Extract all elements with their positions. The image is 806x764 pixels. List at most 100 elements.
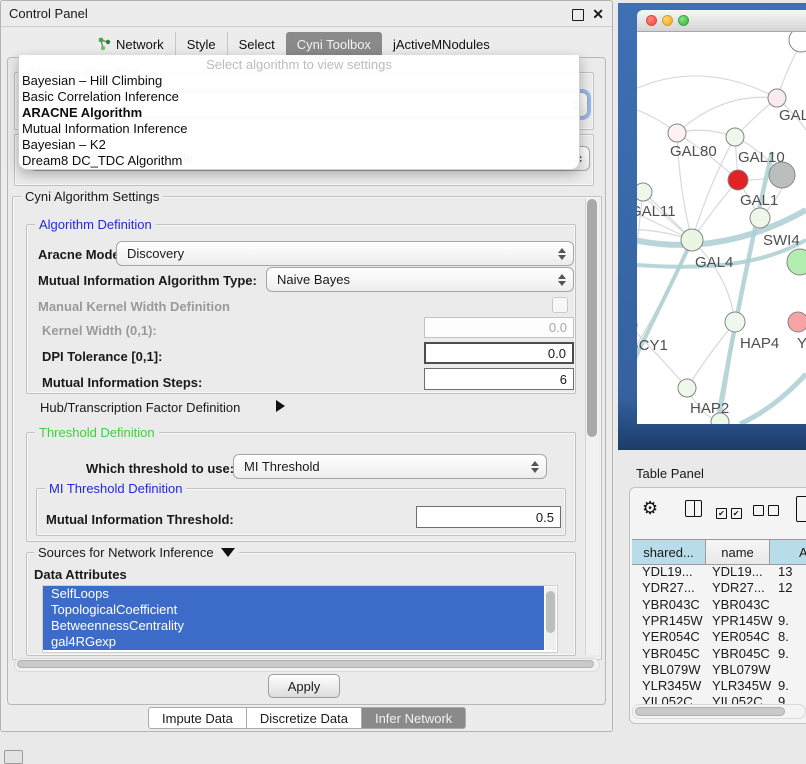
settings-vscroll-thumb[interactable] bbox=[587, 199, 597, 437]
network-canvas[interactable]: GALGAL80GAL10GAL1GAL11SWI4GAL4GCY1HAP4YH… bbox=[637, 32, 806, 424]
network-node-gal10[interactable] bbox=[726, 128, 744, 146]
table-header: shared... name A bbox=[632, 539, 806, 565]
list-vertical-scrollbar[interactable] bbox=[545, 587, 556, 650]
mi-type-combo[interactable]: Naive Bayes bbox=[266, 267, 574, 292]
column-header-shared-name[interactable]: shared... bbox=[632, 540, 706, 564]
unchecked-columns-icon[interactable] bbox=[753, 504, 779, 519]
tab-cyni-toolbox[interactable]: Cyni Toolbox bbox=[286, 32, 382, 56]
list-vscroll-thumb[interactable] bbox=[546, 591, 555, 633]
network-icon bbox=[98, 37, 111, 51]
table-panel: ⚙ ✔ ✔ shared... name A YDL19...YDL19...1… bbox=[629, 487, 806, 724]
network-node-label-hap4: HAP4 bbox=[740, 335, 779, 352]
combo-arrows-icon bbox=[531, 460, 539, 474]
menu-item-basic-correlation[interactable]: Basic Correlation Inference bbox=[19, 89, 579, 105]
table-row[interactable]: YLR345WYLR345W9. bbox=[632, 678, 806, 694]
which-threshold-combo[interactable]: MI Threshold bbox=[233, 454, 547, 479]
close-traffic-light[interactable] bbox=[646, 15, 657, 26]
minimize-traffic-light[interactable] bbox=[662, 15, 673, 26]
tab-jactivemnodules[interactable]: jActiveMNodules bbox=[382, 32, 501, 56]
column-header-name[interactable]: name bbox=[706, 540, 770, 564]
gear-icon[interactable]: ⚙ bbox=[642, 499, 658, 517]
menu-item-aracne[interactable]: ARACNE Algorithm bbox=[19, 105, 579, 121]
menu-item-bayesian-hill-climbing[interactable]: Bayesian – Hill Climbing bbox=[19, 73, 579, 89]
tab-select[interactable]: Select bbox=[227, 32, 286, 56]
sources-group-title: Sources for Network Inference bbox=[34, 545, 239, 560]
tab-infer-network[interactable]: Infer Network bbox=[362, 707, 466, 729]
which-threshold-label: Which threshold to use: bbox=[86, 461, 234, 476]
network-edge bbox=[637, 240, 692, 380]
network-desktop: GALGAL80GAL10GAL1GAL11SWI4GAL4GCY1HAP4YH… bbox=[618, 3, 806, 450]
float-window-icon[interactable] bbox=[572, 9, 584, 21]
network-node-big-green[interactable] bbox=[787, 249, 806, 275]
table-row[interactable]: YER054CYER054C8. bbox=[632, 629, 806, 645]
network-node-gal1[interactable] bbox=[728, 170, 748, 190]
collapse-arrow-icon[interactable] bbox=[221, 548, 235, 557]
close-icon[interactable]: ✕ bbox=[592, 6, 604, 23]
list-item-betweennesscentrality[interactable]: BetweennessCentrality bbox=[43, 618, 544, 634]
network-node-y-partial[interactable] bbox=[788, 312, 806, 332]
expand-arrow-icon[interactable] bbox=[276, 400, 285, 412]
network-node-hap2[interactable] bbox=[678, 379, 696, 397]
hub-definition-label: Hub/Transcription Factor Definition bbox=[40, 400, 240, 415]
which-threshold-value: MI Threshold bbox=[244, 459, 320, 474]
mi-steps-field[interactable]: 6 bbox=[424, 368, 574, 390]
settings-hscroll-thumb[interactable] bbox=[17, 660, 594, 668]
dpi-tolerance-field[interactable]: 0.0 bbox=[424, 342, 574, 364]
mi-threshold-group-title: MI Threshold Definition bbox=[45, 481, 186, 496]
partial-toolbar-icon[interactable] bbox=[796, 496, 806, 522]
network-edge bbox=[740, 374, 806, 424]
menu-item-bayesian-k2[interactable]: Bayesian – K2 bbox=[19, 137, 579, 153]
settings-horizontal-scrollbar[interactable] bbox=[14, 658, 600, 672]
network-node-gal80[interactable] bbox=[668, 124, 686, 142]
table-hscroll-thumb[interactable] bbox=[635, 707, 785, 716]
table-horizontal-scrollbar[interactable] bbox=[632, 704, 806, 719]
table-row[interactable]: YPR145WYPR145W9. bbox=[632, 613, 806, 629]
tab-style[interactable]: Style bbox=[175, 32, 227, 56]
tab-network[interactable]: Network bbox=[87, 32, 175, 56]
split-columns-icon[interactable] bbox=[685, 500, 702, 517]
control-panel-titlebar: Control Panel bbox=[1, 1, 612, 27]
table-row[interactable]: YDL19...YDL19...13 bbox=[632, 564, 806, 580]
aracne-mode-combo[interactable]: Discovery bbox=[116, 241, 574, 266]
algorithm-dropdown-popup: Select algorithm to view settings Bayesi… bbox=[18, 55, 580, 170]
network-node-gal4[interactable] bbox=[681, 229, 703, 251]
network-window-titlebar[interactable] bbox=[637, 10, 806, 32]
list-item-gal4rgexp[interactable]: gal4RGexp bbox=[43, 634, 544, 650]
list-item-topologicalcoefficient[interactable]: TopologicalCoefficient bbox=[43, 602, 544, 618]
control-panel-title: Control Panel bbox=[9, 6, 88, 21]
table-row[interactable]: YDR27...YDR27...12 bbox=[632, 580, 806, 596]
column-header-partial[interactable]: A bbox=[770, 540, 806, 564]
kernel-width-field[interactable]: 0.0 bbox=[424, 317, 574, 338]
network-node-gal11[interactable] bbox=[637, 183, 652, 201]
cyni-settings-title: Cyni Algorithm Settings bbox=[21, 189, 163, 204]
network-view[interactable]: GALGAL80GAL10GAL1GAL11SWI4GAL4GCY1HAP4YH… bbox=[637, 32, 806, 424]
apply-button[interactable]: Apply bbox=[268, 674, 340, 698]
tab-discretize-data[interactable]: Discretize Data bbox=[247, 707, 362, 729]
network-node-hap4[interactable] bbox=[725, 312, 745, 332]
network-node-label-gal4: GAL4 bbox=[695, 254, 733, 271]
algorithm-definition-title: Algorithm Definition bbox=[35, 217, 156, 232]
manual-kernel-checkbox[interactable] bbox=[552, 297, 568, 313]
settings-vertical-scrollbar[interactable] bbox=[585, 198, 599, 655]
table-row[interactable]: YBL079WYBL079W bbox=[632, 662, 806, 678]
table-row[interactable]: YBR045CYBR045C9. bbox=[632, 645, 806, 661]
list-item-selfloops[interactable]: SelfLoops bbox=[43, 586, 544, 602]
checked-columns-icon[interactable]: ✔ ✔ bbox=[716, 504, 742, 519]
network-node-label-gal1: GAL1 bbox=[740, 192, 778, 209]
threshold-definition-title: Threshold Definition bbox=[35, 425, 159, 440]
network-node-gray-node[interactable] bbox=[769, 162, 795, 188]
table-row[interactable]: YBR043CYBR043C bbox=[632, 597, 806, 613]
mi-steps-label: Mutual Information Steps: bbox=[42, 375, 202, 390]
zoom-traffic-light[interactable] bbox=[678, 15, 689, 26]
data-attributes-list[interactable]: SelfLoops TopologicalCoefficient Between… bbox=[42, 585, 558, 653]
network-edge bbox=[677, 97, 777, 133]
network-node-swi4[interactable] bbox=[750, 208, 770, 228]
table-body: YDL19...YDL19...13 YDR27...YDR27...12 YB… bbox=[632, 564, 806, 704]
network-node-gal-partial[interactable] bbox=[768, 89, 786, 107]
table-row[interactable]: YIL052CYIL052C9 bbox=[632, 694, 806, 704]
menu-item-mutual-information[interactable]: Mutual Information Inference bbox=[19, 121, 579, 137]
menu-item-dream8[interactable]: Dream8 DC_TDC Algorithm bbox=[19, 153, 579, 169]
tab-impute-data[interactable]: Impute Data bbox=[148, 707, 247, 729]
network-node-top-arc[interactable] bbox=[789, 32, 806, 52]
mit-field[interactable]: 0.5 bbox=[416, 506, 561, 528]
